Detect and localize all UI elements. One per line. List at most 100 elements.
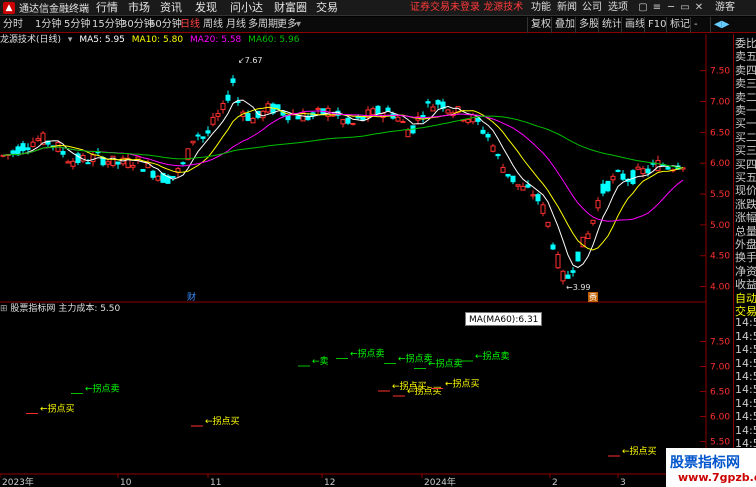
ma20-line (2, 110, 684, 222)
candle-body (260, 110, 266, 119)
menu-item-caifuquan[interactable]: 财富圈 (274, 0, 307, 16)
menu-item-hangqing[interactable]: 行情 (96, 0, 118, 16)
tongji-button[interactable]: 统计 (598, 17, 622, 33)
candle-body (395, 116, 401, 122)
period-more[interactable]: 更多 (277, 17, 297, 33)
biaoji-button[interactable]: 标记 (666, 17, 690, 33)
indicator-tick-label: 5.50 (710, 438, 730, 448)
skin-icon[interactable]: ▢ (636, 0, 650, 16)
quote-row-label: 14:56 (735, 423, 756, 437)
duogu-button[interactable]: 多股 (575, 17, 599, 33)
func-button[interactable]: 功能 (531, 0, 551, 16)
candle-body (485, 133, 491, 138)
company-button[interactable]: 公司 (582, 0, 602, 16)
candle-body (600, 183, 606, 194)
quote-row-label: 14:55 (735, 370, 756, 383)
menu-item-wenxiaoda[interactable]: 问小达 (230, 0, 263, 16)
period-15min[interactable]: 15分钟 (92, 17, 125, 33)
ma60-tooltip: MA(MA60):6.31 (465, 312, 543, 326)
indicator-dropdown-icon[interactable]: ⊞ (0, 304, 8, 314)
app-title: 通达信金融终端 (19, 4, 89, 15)
quote-row-label: 14:55 (735, 329, 756, 343)
signal-label: ←拐点卖 (475, 350, 510, 362)
price-tick-label: 4.50 (710, 252, 730, 262)
candle-body (315, 107, 321, 110)
candle-body (555, 254, 561, 269)
guest-button[interactable]: 游客 (715, 0, 735, 16)
kline-chart[interactable]: ↙7.67 ←3.99 财 赉 7.50 7.00 6.50 6.00 5.50 5.00 4.5… (0, 34, 733, 487)
app-logo-icon: ▲ (3, 1, 15, 14)
date-tick-label: 12 (324, 478, 335, 487)
date-tick-label: 3 (620, 478, 626, 487)
period-multi[interactable]: 多周期 (248, 17, 278, 33)
menu-item-jiaoyi[interactable]: 交易 (316, 0, 338, 16)
candle-body (250, 117, 256, 124)
candle-body (105, 161, 111, 165)
candle-body (370, 108, 376, 115)
price-axis: 7.50 7.00 6.50 6.00 5.50 5.00 4.50 4.00 (700, 67, 730, 293)
candle-body (585, 233, 591, 239)
indicator-tick-label: 7.00 (710, 363, 730, 373)
candle-body (115, 161, 121, 165)
menu-item-shichang[interactable]: 市场 (128, 0, 150, 16)
settings-icon[interactable]: ≡ (650, 0, 664, 16)
candle-body (30, 141, 36, 148)
candle-body (195, 134, 201, 137)
period-toolbar: 分时 1分钟 5分钟 15分钟 30分钟 60分钟 日线 周线 月线 多周期 更… (0, 17, 756, 33)
minimize-icon[interactable]: ─ (664, 0, 678, 16)
title-bar: ▲ 通达信金融终端 行情 市场 资讯 发现 问小达 财富圈 交易 证券交易未登录… (0, 0, 756, 16)
candle-body (510, 175, 516, 183)
candle-body (430, 106, 436, 112)
finance-marker: 财 (187, 291, 196, 303)
period-monthly[interactable]: 月线 (226, 17, 246, 33)
indicator-name: 股票指标网 (10, 304, 56, 314)
candle-body (640, 168, 646, 175)
quote-row-label: 14:55 (735, 316, 756, 330)
candle-body (525, 184, 531, 188)
price-tick-label: 6.50 (710, 128, 730, 138)
candle-body (230, 78, 236, 83)
period-5min[interactable]: 5分钟 (64, 17, 90, 33)
high-price-label: ↙7.67 (238, 56, 263, 65)
candle-body (70, 160, 76, 167)
period-1min[interactable]: 1分钟 (35, 17, 61, 33)
back-button[interactable]: ◀▶ (710, 17, 729, 33)
more-chevron-icon[interactable]: ▾ (296, 17, 301, 33)
period-weekly[interactable]: 周线 (203, 17, 223, 33)
candle-body (590, 219, 596, 224)
candle-body (345, 117, 351, 124)
candle-body (425, 101, 431, 104)
close-icon[interactable]: ✕ (692, 0, 706, 16)
menu-item-zixun[interactable]: 资讯 (160, 0, 182, 16)
candle-body (655, 160, 661, 172)
candle-body (350, 122, 356, 125)
candle-body (530, 194, 536, 197)
diejia-button[interactable]: 叠加 (551, 17, 575, 33)
signal-label: ←拐点买 (407, 385, 442, 397)
indicator-tick-label: 6.00 (710, 413, 730, 423)
candle-body (190, 140, 196, 144)
news-button[interactable]: 新闻 (557, 0, 577, 16)
candle-body (375, 105, 381, 115)
candle-body (225, 94, 231, 101)
candle-body (480, 129, 486, 134)
period-60min[interactable]: 60分钟 (149, 17, 182, 33)
period-fenshi[interactable]: 分时 (3, 17, 23, 33)
huaxian-button[interactable]: 画线 (621, 17, 645, 33)
price-tick-label: 7.00 (710, 98, 730, 108)
f10-button[interactable]: F10 (644, 17, 666, 33)
fuquan-button[interactable]: 复权 (527, 17, 551, 33)
candle-body (515, 184, 521, 187)
menu-item-faxian[interactable]: 发现 (195, 0, 217, 16)
options-button[interactable]: 选项 (608, 0, 628, 16)
price-tick-label: 5.50 (710, 190, 730, 200)
quote-row-label: 14:56 (735, 410, 756, 424)
quote-panel[interactable]: 委比 卖五 卖四 卖三 卖二 卖一 买一 买二 买三 买四 买五 现价 涨跌 涨幅 总量 外盘 换手 净资 收益 自动… (733, 34, 756, 474)
candle-body (385, 107, 391, 112)
minus-button[interactable]: - (690, 17, 698, 33)
candle-body (495, 153, 501, 157)
candle-body (605, 180, 611, 192)
period-daily[interactable]: 日线 (180, 17, 200, 33)
indicator-legend: ⊞ 股票指标网 主力成本: 5.50 (0, 303, 120, 315)
maximize-icon[interactable]: ▭ (678, 0, 692, 16)
